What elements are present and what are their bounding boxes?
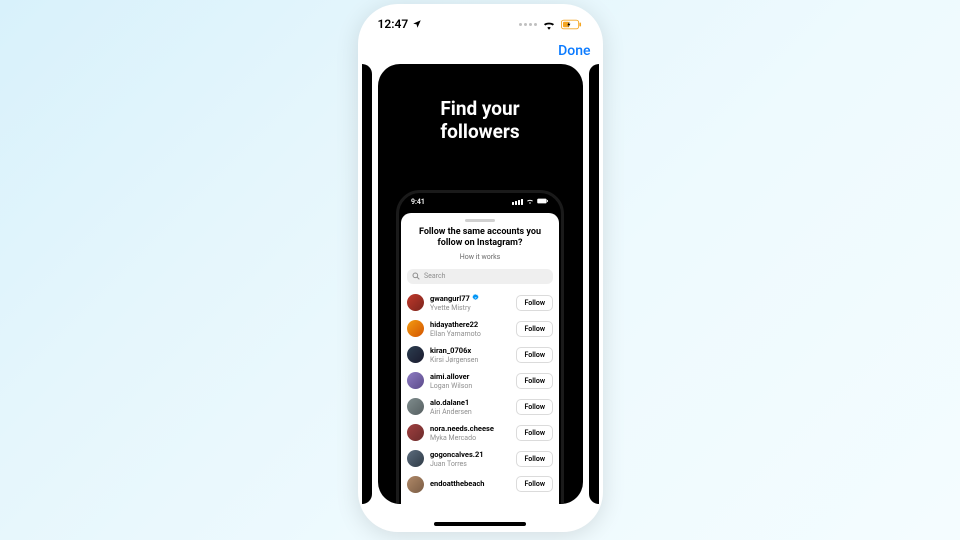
verified-badge-icon xyxy=(472,294,479,303)
list-item[interactable]: kiran_0706xKirsi Jørgensen Follow xyxy=(407,342,553,368)
battery-icon xyxy=(537,198,549,206)
location-arrow-icon xyxy=(412,19,422,29)
avatar[interactable] xyxy=(407,372,424,389)
user-text-column: gwangurl77Yvette Mistry xyxy=(430,294,510,312)
follow-button[interactable]: Follow xyxy=(516,295,553,311)
nested-status-bar: 9:41 xyxy=(399,193,561,209)
fullname: Kirsi Jørgensen xyxy=(430,356,510,364)
sheet-title: Follow the same accounts you follow on I… xyxy=(407,227,553,249)
follow-button[interactable]: Follow xyxy=(516,476,553,492)
user-text-column: aimi.alloverLogan Wilson xyxy=(430,372,510,390)
done-button[interactable]: Done xyxy=(558,43,590,59)
nested-phone-mock: 9:41 Follow the same accounts you follow… xyxy=(396,190,564,504)
carousel-card-prev-peek[interactable] xyxy=(362,64,372,504)
user-text-column: hidayathere22Ellan Yamamoto xyxy=(430,320,510,338)
follow-button[interactable]: Follow xyxy=(516,321,553,337)
list-item[interactable]: gwangurl77Yvette Mistry Follow xyxy=(407,290,553,316)
user-text-column: endoatthebeach xyxy=(430,479,510,489)
user-text-column: gogoncalves.21Juan Torres xyxy=(430,450,510,468)
home-indicator[interactable] xyxy=(434,522,526,526)
status-time: 12:47 xyxy=(378,17,409,31)
list-item[interactable]: endoatthebeach Follow xyxy=(407,472,553,497)
iphone-device-frame: 12:47 Done Find your followers xyxy=(358,4,603,532)
follow-button[interactable]: Follow xyxy=(516,347,553,363)
carousel-card-next-peek[interactable] xyxy=(589,64,599,504)
carousel-card-find-followers: Find your followers 9:41 Follow the same… xyxy=(378,64,583,504)
username: alo.dalane1 xyxy=(430,398,510,407)
avatar[interactable] xyxy=(407,320,424,337)
how-it-works-link[interactable]: How it works xyxy=(407,253,553,261)
list-item[interactable]: aimi.alloverLogan Wilson Follow xyxy=(407,368,553,394)
fullname: Logan Wilson xyxy=(430,382,510,390)
username: kiran_0706x xyxy=(430,346,510,355)
fullname: Airi Andersen xyxy=(430,408,510,416)
fullname: Yvette Mistry xyxy=(430,304,510,312)
user-text-column: alo.dalane1Airi Andersen xyxy=(430,398,510,416)
card-title: Find your followers xyxy=(378,64,583,144)
fullname: Ellan Yamamoto xyxy=(430,330,510,338)
fullname: Myka Mercado xyxy=(430,434,510,442)
username: nora.needs.cheese xyxy=(430,424,510,433)
nested-time: 9:41 xyxy=(411,198,425,206)
follow-button[interactable]: Follow xyxy=(516,399,553,415)
card-title-line2: followers xyxy=(398,121,563,144)
list-item[interactable]: nora.needs.cheeseMyka Mercado Follow xyxy=(407,420,553,446)
list-item[interactable]: alo.dalane1Airi Andersen Follow xyxy=(407,394,553,420)
username: hidayathere22 xyxy=(430,320,510,329)
wifi-icon xyxy=(542,19,556,30)
status-right-group xyxy=(519,19,583,30)
follow-button[interactable]: Follow xyxy=(516,425,553,441)
username: gwangurl77 xyxy=(430,294,510,303)
onboarding-carousel[interactable]: Find your followers 9:41 Follow the same… xyxy=(358,64,603,512)
username: gogoncalves.21 xyxy=(430,450,510,459)
search-placeholder: Search xyxy=(424,272,446,280)
user-text-column: kiran_0706xKirsi Jørgensen xyxy=(430,346,510,364)
username: endoatthebeach xyxy=(430,479,510,488)
fullname: Juan Torres xyxy=(430,460,510,468)
follow-button[interactable]: Follow xyxy=(516,373,553,389)
outer-status-bar: 12:47 xyxy=(358,4,603,38)
avatar[interactable] xyxy=(407,476,424,493)
avatar[interactable] xyxy=(407,398,424,415)
username: aimi.allover xyxy=(430,372,510,381)
navigation-bar: Done xyxy=(358,38,603,64)
suggested-users-list: gwangurl77Yvette MistryFollowhidayathere… xyxy=(407,290,553,497)
wifi-icon xyxy=(526,198,534,206)
battery-charging-icon xyxy=(561,19,583,30)
card-title-line1: Find your xyxy=(398,98,563,121)
avatar[interactable] xyxy=(407,424,424,441)
sheet-grabber[interactable] xyxy=(465,219,495,222)
avatar[interactable] xyxy=(407,294,424,311)
list-item[interactable]: gogoncalves.21Juan Torres Follow xyxy=(407,446,553,472)
avatar[interactable] xyxy=(407,346,424,363)
user-text-column: nora.needs.cheeseMyka Mercado xyxy=(430,424,510,442)
cellular-dots-icon xyxy=(519,23,537,26)
search-icon xyxy=(412,272,420,280)
search-input[interactable]: Search xyxy=(407,269,553,284)
status-time-group: 12:47 xyxy=(378,17,423,31)
follow-sheet: Follow the same accounts you follow on I… xyxy=(401,213,559,504)
list-item[interactable]: hidayathere22Ellan Yamamoto Follow xyxy=(407,316,553,342)
follow-button[interactable]: Follow xyxy=(516,451,553,467)
avatar[interactable] xyxy=(407,450,424,467)
cellular-bars-icon xyxy=(512,199,523,205)
